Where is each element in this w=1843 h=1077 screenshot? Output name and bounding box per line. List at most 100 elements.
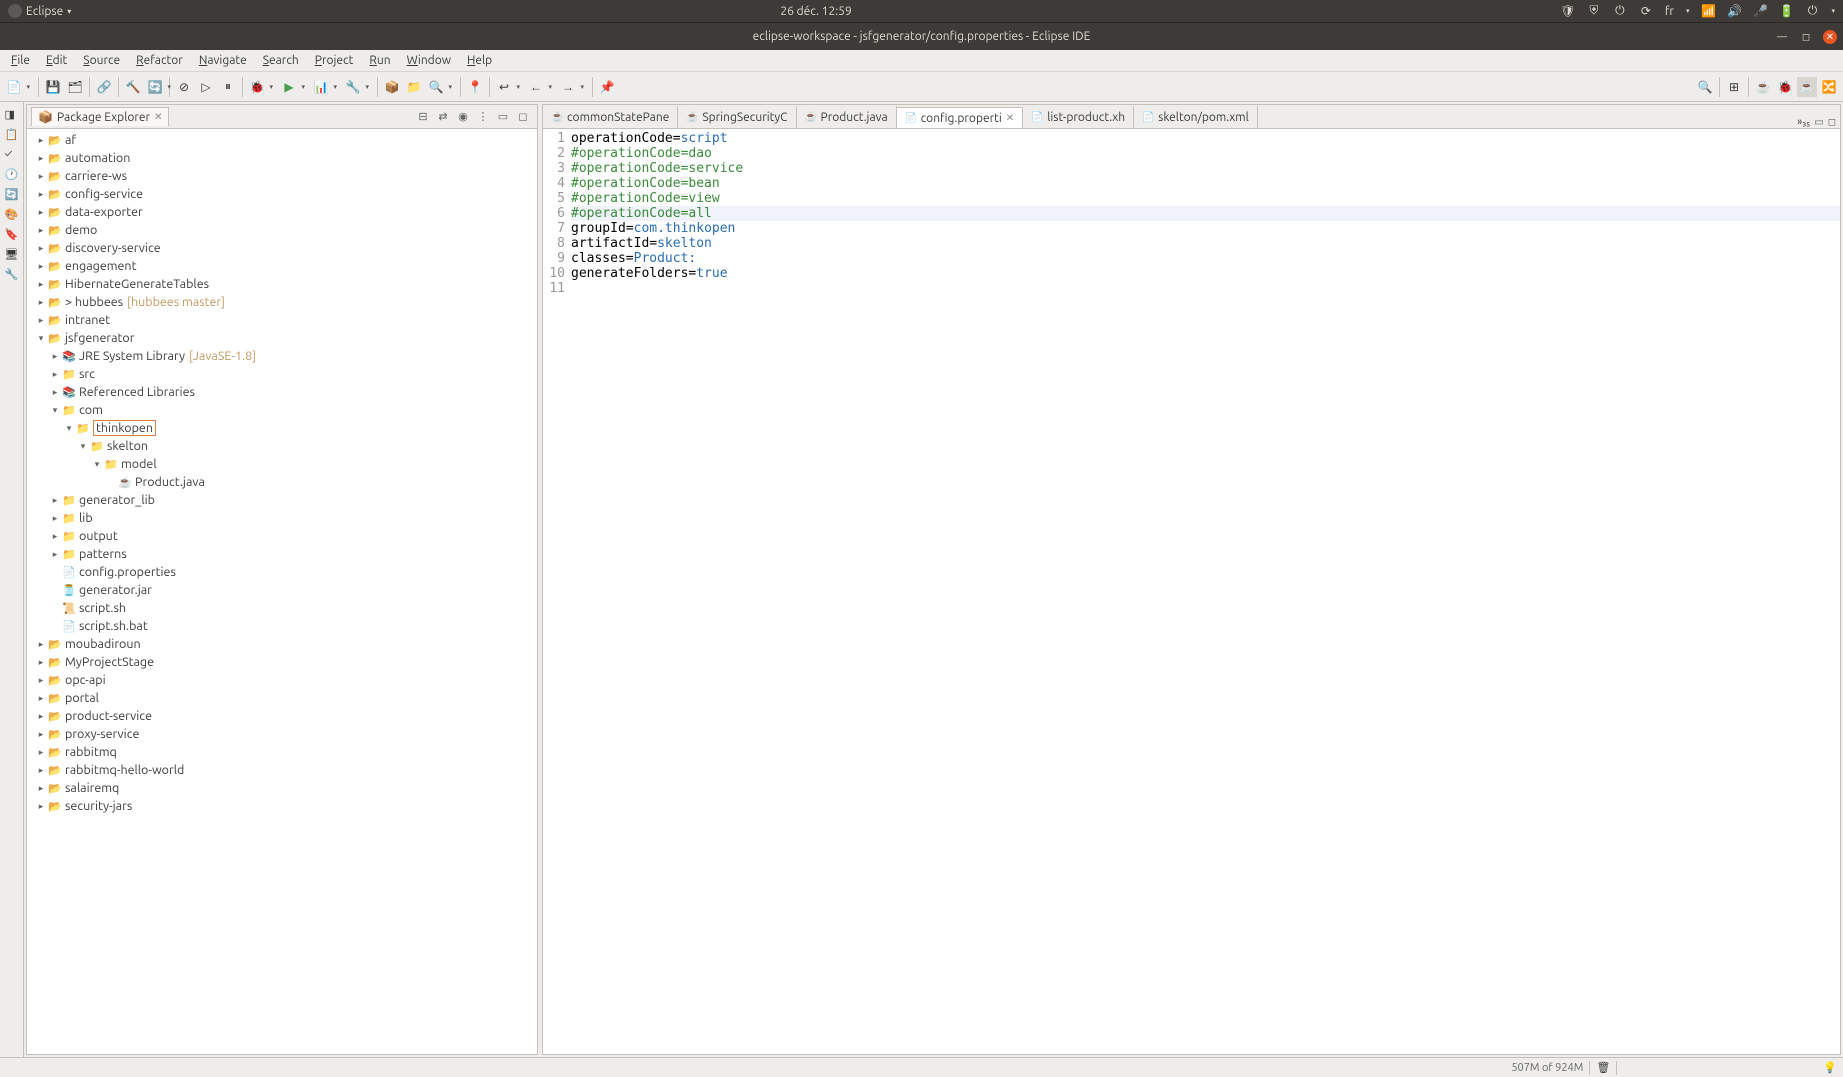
- skip-breakpoints-button[interactable]: ⊘: [174, 77, 194, 97]
- expand-arrow-icon[interactable]: ▸: [35, 711, 47, 722]
- close-tab-icon[interactable]: ✕: [1006, 112, 1014, 124]
- tree-item[interactable]: ▾📁skelton: [27, 437, 537, 455]
- tree-item[interactable]: ☕Product.java: [27, 473, 537, 491]
- tree-item[interactable]: ▸📂> hubbees[hubbees master]: [27, 293, 537, 311]
- code-line[interactable]: artifactId=skelton: [571, 236, 1840, 251]
- tree-item[interactable]: ▸📂product-service: [27, 707, 537, 725]
- expand-arrow-icon[interactable]: ▾: [77, 441, 89, 452]
- tree-item[interactable]: ▾📁com: [27, 401, 537, 419]
- tree-item[interactable]: 📄config.properties: [27, 563, 537, 581]
- expand-arrow-icon[interactable]: ▸: [35, 171, 47, 182]
- tree-item[interactable]: ▸📂HibernateGenerateTables: [27, 275, 537, 293]
- tree-item[interactable]: ▸📁generator_lib: [27, 491, 537, 509]
- expand-arrow-icon[interactable]: ▸: [35, 639, 47, 650]
- toggle-mark-button[interactable]: 📍: [465, 77, 485, 97]
- save-button[interactable]: 💾: [43, 77, 63, 97]
- collapse-all-button[interactable]: ⊟: [415, 109, 431, 125]
- expand-arrow-icon[interactable]: ▸: [35, 729, 47, 740]
- restore-view-icon[interactable]: ◨: [5, 108, 19, 122]
- tree-item[interactable]: ▸📂moubadiroun: [27, 635, 537, 653]
- wrench-icon[interactable]: 🔧: [5, 268, 19, 282]
- menu-help[interactable]: Help: [460, 52, 499, 69]
- tree-item[interactable]: ▸📂demo: [27, 221, 537, 239]
- minimize-button[interactable]: —: [1775, 30, 1789, 44]
- app-name[interactable]: Eclipse: [26, 5, 63, 18]
- editor-tab[interactable]: 📄skelton/pom.xml: [1134, 106, 1258, 128]
- expand-arrow-icon[interactable]: ▸: [35, 261, 47, 272]
- menu-window[interactable]: Window: [400, 52, 458, 69]
- palette-icon[interactable]: 🎨: [5, 208, 19, 222]
- java-perspective-button[interactable]: ☕: [1797, 77, 1817, 97]
- tree-item[interactable]: ▸📂proxy-service: [27, 725, 537, 743]
- history-icon[interactable]: 🕐: [5, 168, 19, 182]
- tray-power-icon[interactable]: ⏻: [1613, 4, 1627, 18]
- suspend-button[interactable]: ⏸: [218, 77, 238, 97]
- expand-arrow-icon[interactable]: ▸: [49, 513, 61, 524]
- tree-item[interactable]: 📜script.sh: [27, 599, 537, 617]
- outline-icon[interactable]: 📋: [5, 128, 19, 142]
- project-tree[interactable]: ▸📂af▸📂automation▸📂carriere-ws▸📂config-se…: [27, 129, 537, 1054]
- expand-arrow-icon[interactable]: ▸: [49, 495, 61, 506]
- menu-edit[interactable]: Edit: [39, 52, 74, 69]
- code-content[interactable]: operationCode=script#operationCode=dao#o…: [571, 129, 1840, 1054]
- tree-item[interactable]: ▸📂discovery-service: [27, 239, 537, 257]
- tray-mic-icon[interactable]: 🎤: [1753, 4, 1767, 18]
- menu-refactor[interactable]: Refactor: [129, 52, 190, 69]
- view-menu-button[interactable]: ⋮: [475, 109, 491, 125]
- tree-item[interactable]: ▸📁lib: [27, 509, 537, 527]
- tree-item[interactable]: ▾📂jsfgenerator: [27, 329, 537, 347]
- tray-volume-icon[interactable]: 🔊: [1727, 4, 1741, 18]
- menu-search[interactable]: Search: [256, 52, 306, 69]
- expand-arrow-icon[interactable]: ▸: [35, 189, 47, 200]
- expand-arrow-icon[interactable]: ▸: [35, 135, 47, 146]
- server-icon[interactable]: 🖥: [5, 248, 19, 262]
- toggle-button[interactable]: 🔗: [94, 77, 114, 97]
- bookmark-icon[interactable]: 🔖: [5, 228, 19, 242]
- expand-arrow-icon[interactable]: ▸: [35, 801, 47, 812]
- tray-battery-icon[interactable]: 🔋: [1779, 4, 1793, 18]
- maximize-editor-icon[interactable]: ◻: [1828, 116, 1836, 128]
- menu-navigate[interactable]: Navigate: [192, 52, 254, 69]
- tree-item[interactable]: ▸📂security-jars: [27, 797, 537, 815]
- tree-item[interactable]: 🫙generator.jar: [27, 581, 537, 599]
- menu-project[interactable]: Project: [308, 52, 361, 69]
- menu-run[interactable]: Run: [362, 52, 397, 69]
- tree-item[interactable]: 📄script.sh.bat: [27, 617, 537, 635]
- minimize-view-button[interactable]: ▭: [495, 109, 511, 125]
- build-button[interactable]: 🔨: [123, 77, 143, 97]
- tree-item[interactable]: ▾📁model: [27, 455, 537, 473]
- debug-perspective-button[interactable]: 🐞: [1775, 77, 1795, 97]
- tray-lang[interactable]: fr: [1665, 5, 1674, 18]
- expand-arrow-icon[interactable]: ▸: [35, 657, 47, 668]
- focus-task-button[interactable]: ◉: [455, 109, 471, 125]
- tree-item[interactable]: ▸📂rabbitmq-hello-world: [27, 761, 537, 779]
- expand-arrow-icon[interactable]: ▾: [91, 459, 103, 470]
- save-all-button[interactable]: 🗂: [65, 77, 85, 97]
- editor-tab[interactable]: ☕Product.java: [797, 106, 897, 128]
- back-button[interactable]: ←: [526, 77, 546, 97]
- editor-body[interactable]: 1234567891011 operationCode=script#opera…: [543, 129, 1840, 1054]
- expand-arrow-icon[interactable]: ▾: [49, 405, 61, 416]
- code-line[interactable]: #operationCode=bean: [571, 176, 1840, 191]
- expand-arrow-icon[interactable]: ▾: [35, 333, 47, 344]
- maximize-button[interactable]: ◻: [1799, 30, 1813, 44]
- expand-arrow-icon[interactable]: ▸: [49, 369, 61, 380]
- expand-arrow-icon[interactable]: ▸: [35, 297, 47, 308]
- tree-item[interactable]: ▸📂af: [27, 131, 537, 149]
- menu-source[interactable]: Source: [76, 52, 127, 69]
- expand-arrow-icon[interactable]: ▸: [35, 225, 47, 236]
- close-button[interactable]: ✕: [1823, 30, 1837, 44]
- task-icon[interactable]: ✓: [5, 148, 19, 162]
- tray-sync-icon[interactable]: ⟳: [1639, 4, 1653, 18]
- expand-arrow-icon[interactable]: ▾: [63, 423, 75, 434]
- tree-item[interactable]: ▸📚JRE System Library[JavaSE-1.8]: [27, 347, 537, 365]
- expand-arrow-icon[interactable]: ▸: [49, 531, 61, 542]
- tree-item-label-edit[interactable]: thinkopen: [93, 420, 156, 436]
- expand-arrow-icon[interactable]: ▸: [35, 207, 47, 218]
- external-tools-button[interactable]: 🔧: [343, 77, 363, 97]
- tree-item[interactable]: ▸📂opc-api: [27, 671, 537, 689]
- code-line[interactable]: #operationCode=dao: [571, 146, 1840, 161]
- run-button[interactable]: ▶: [279, 77, 299, 97]
- expand-arrow-icon[interactable]: ▸: [35, 765, 47, 776]
- forward-button[interactable]: →: [558, 77, 578, 97]
